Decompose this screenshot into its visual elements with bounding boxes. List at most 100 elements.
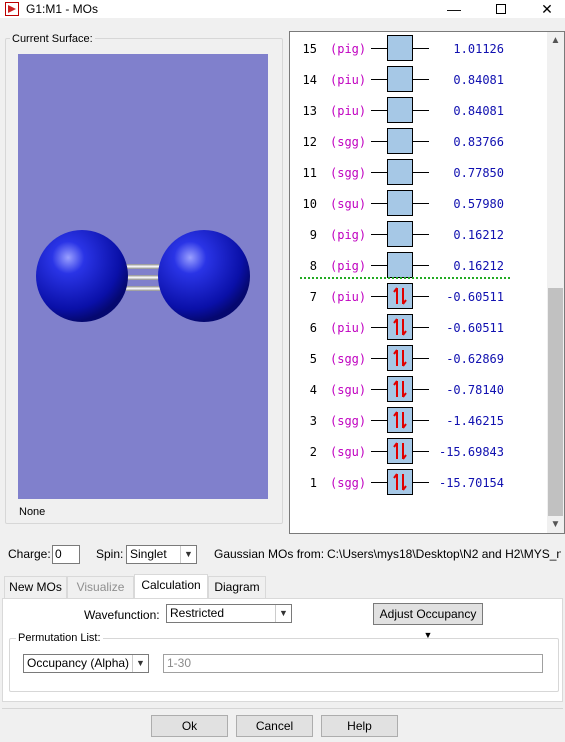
mo-index: 8 bbox=[309, 259, 317, 273]
mo-level-line bbox=[413, 327, 429, 328]
minimize-button[interactable]: — bbox=[431, 0, 477, 18]
tab-diagram[interactable]: Diagram bbox=[208, 576, 266, 598]
virtual-orbital-box[interactable] bbox=[387, 66, 413, 92]
mo-index: 7 bbox=[309, 290, 317, 304]
mo-level-line bbox=[371, 172, 387, 173]
adjust-occupancy-button[interactable]: Adjust Occupancy ▼ bbox=[373, 603, 483, 640]
mo-energy-list[interactable]: 15 (pig) 1.01126 14 (piu) 0.84081 13 (piu) 0.840… bbox=[289, 31, 565, 534]
mo-index: 9 bbox=[309, 228, 317, 242]
tab-new-mos[interactable]: New MOs bbox=[4, 576, 67, 598]
mo-symmetry: (pig) bbox=[330, 259, 367, 273]
mo-symmetry: (sgg) bbox=[330, 352, 367, 366]
molecule-viewport[interactable] bbox=[18, 54, 268, 499]
mo-row[interactable]: 13 (piu) 0.84081 bbox=[290, 97, 548, 123]
mo-index: 6 bbox=[309, 321, 317, 335]
permutation-list-legend: Permutation List: bbox=[16, 632, 103, 644]
mo-level-line bbox=[413, 358, 429, 359]
gaussian-file-path: C:\Users\mys18\Desktop\N2 and H2\MYS_n bbox=[327, 547, 561, 561]
window-title: G1:M1 - MOs bbox=[26, 2, 99, 16]
occupied-orbital-box[interactable] bbox=[387, 345, 413, 371]
electron-pair-icon bbox=[393, 318, 407, 336]
mo-index: 1 bbox=[309, 476, 317, 490]
vertical-scrollbar[interactable]: ▲ ▼ bbox=[547, 32, 564, 533]
gaussian-mos-label: Gaussian MOs from: bbox=[214, 547, 325, 561]
mo-level-line bbox=[371, 48, 387, 49]
mo-index: 14 bbox=[302, 73, 317, 87]
spin-label: Spin: bbox=[96, 547, 124, 561]
virtual-orbital-box[interactable] bbox=[387, 35, 413, 61]
scroll-down-icon[interactable]: ▼ bbox=[547, 516, 564, 533]
virtual-orbital-box[interactable] bbox=[387, 97, 413, 123]
virtual-orbital-box[interactable] bbox=[387, 252, 413, 278]
virtual-orbital-box[interactable] bbox=[387, 159, 413, 185]
mo-row[interactable]: 12 (sgg) 0.83766 bbox=[290, 128, 548, 154]
virtual-orbital-box[interactable] bbox=[387, 128, 413, 154]
mo-row[interactable]: 5 (sgg) -0.62869 bbox=[290, 345, 548, 371]
mo-symmetry: (sgg) bbox=[330, 135, 367, 149]
mo-level-line bbox=[413, 389, 429, 390]
mo-level-line bbox=[413, 265, 429, 266]
mo-row[interactable]: 9 (pig) 0.16212 bbox=[290, 221, 548, 247]
virtual-orbital-box[interactable] bbox=[387, 190, 413, 216]
occupied-orbital-box[interactable] bbox=[387, 469, 413, 495]
chevron-down-icon: ▼ bbox=[132, 655, 148, 672]
spin-select[interactable]: Singlet ▼ bbox=[126, 545, 197, 564]
tab-calculation[interactable]: Calculation bbox=[134, 574, 208, 599]
charge-input[interactable]: 0 bbox=[52, 545, 80, 564]
maximize-button[interactable] bbox=[478, 0, 524, 18]
occupied-orbital-box[interactable] bbox=[387, 283, 413, 309]
occupied-orbital-box[interactable] bbox=[387, 438, 413, 464]
mo-row[interactable]: 11 (sgg) 0.77850 bbox=[290, 159, 548, 185]
mo-energy: 0.16212 bbox=[453, 228, 504, 242]
charge-label: Charge: bbox=[8, 547, 51, 561]
current-surface-value: None bbox=[19, 506, 46, 518]
mo-row[interactable]: 2 (sgu) -15.69843 bbox=[290, 438, 548, 464]
occupied-orbital-box[interactable] bbox=[387, 314, 413, 340]
scroll-up-icon[interactable]: ▲ bbox=[547, 32, 564, 49]
spin-value: Singlet bbox=[130, 547, 167, 561]
scroll-thumb[interactable] bbox=[548, 288, 563, 516]
nitrogen-atom-2[interactable] bbox=[158, 230, 250, 322]
electron-pair-icon bbox=[393, 411, 407, 429]
occupied-orbital-box[interactable] bbox=[387, 407, 413, 433]
mo-level-line bbox=[371, 79, 387, 80]
permutation-range-input[interactable]: 1-30 bbox=[163, 654, 543, 673]
chevron-down-icon: ▼ bbox=[180, 546, 196, 563]
mo-row[interactable]: 7 (piu) -0.60511 bbox=[290, 283, 548, 309]
mo-index: 13 bbox=[302, 104, 317, 118]
mo-energy: -0.78140 bbox=[446, 383, 504, 397]
virtual-orbital-box[interactable] bbox=[387, 221, 413, 247]
mo-level-line bbox=[371, 110, 387, 111]
mo-symmetry: (piu) bbox=[330, 321, 367, 335]
mo-row[interactable]: 10 (sgu) 0.57980 bbox=[290, 190, 548, 216]
mo-row[interactable]: 1 (sgg) -15.70154 bbox=[290, 469, 548, 495]
mo-symmetry: (sgu) bbox=[330, 197, 367, 211]
mo-symmetry: (sgu) bbox=[330, 383, 367, 397]
ok-button[interactable]: Ok bbox=[151, 715, 228, 737]
app-icon bbox=[5, 2, 19, 16]
mo-row[interactable]: 3 (sgg) -1.46215 bbox=[290, 407, 548, 433]
close-button[interactable]: ✕ bbox=[524, 0, 565, 18]
mo-level-line bbox=[371, 451, 387, 452]
mo-row[interactable]: 14 (piu) 0.84081 bbox=[290, 66, 548, 92]
mo-row[interactable]: 6 (piu) -0.60511 bbox=[290, 314, 548, 340]
occupancy-select[interactable]: Occupancy (Alpha) ▼ bbox=[23, 654, 149, 673]
mo-level-line bbox=[413, 172, 429, 173]
help-button[interactable]: Help bbox=[321, 715, 398, 737]
mo-level-line bbox=[413, 203, 429, 204]
cancel-button[interactable]: Cancel bbox=[236, 715, 313, 737]
mo-row[interactable]: 4 (sgu) -0.78140 bbox=[290, 376, 548, 402]
wavefunction-select[interactable]: Restricted ▼ bbox=[166, 604, 292, 623]
mo-symmetry: (sgg) bbox=[330, 414, 367, 428]
tab-visualize[interactable]: Visualize bbox=[67, 576, 134, 598]
mo-index: 4 bbox=[309, 383, 317, 397]
mo-index: 2 bbox=[309, 445, 317, 459]
mo-row[interactable]: 8 (pig) 0.16212 bbox=[290, 252, 548, 278]
mo-index: 3 bbox=[309, 414, 317, 428]
occupied-orbital-box[interactable] bbox=[387, 376, 413, 402]
mo-row[interactable]: 15 (pig) 1.01126 bbox=[290, 35, 548, 61]
nitrogen-atom-1[interactable] bbox=[36, 230, 128, 322]
n2-molecule-render bbox=[36, 230, 250, 322]
mo-level-line bbox=[371, 203, 387, 204]
mo-energy: -0.60511 bbox=[446, 290, 504, 304]
